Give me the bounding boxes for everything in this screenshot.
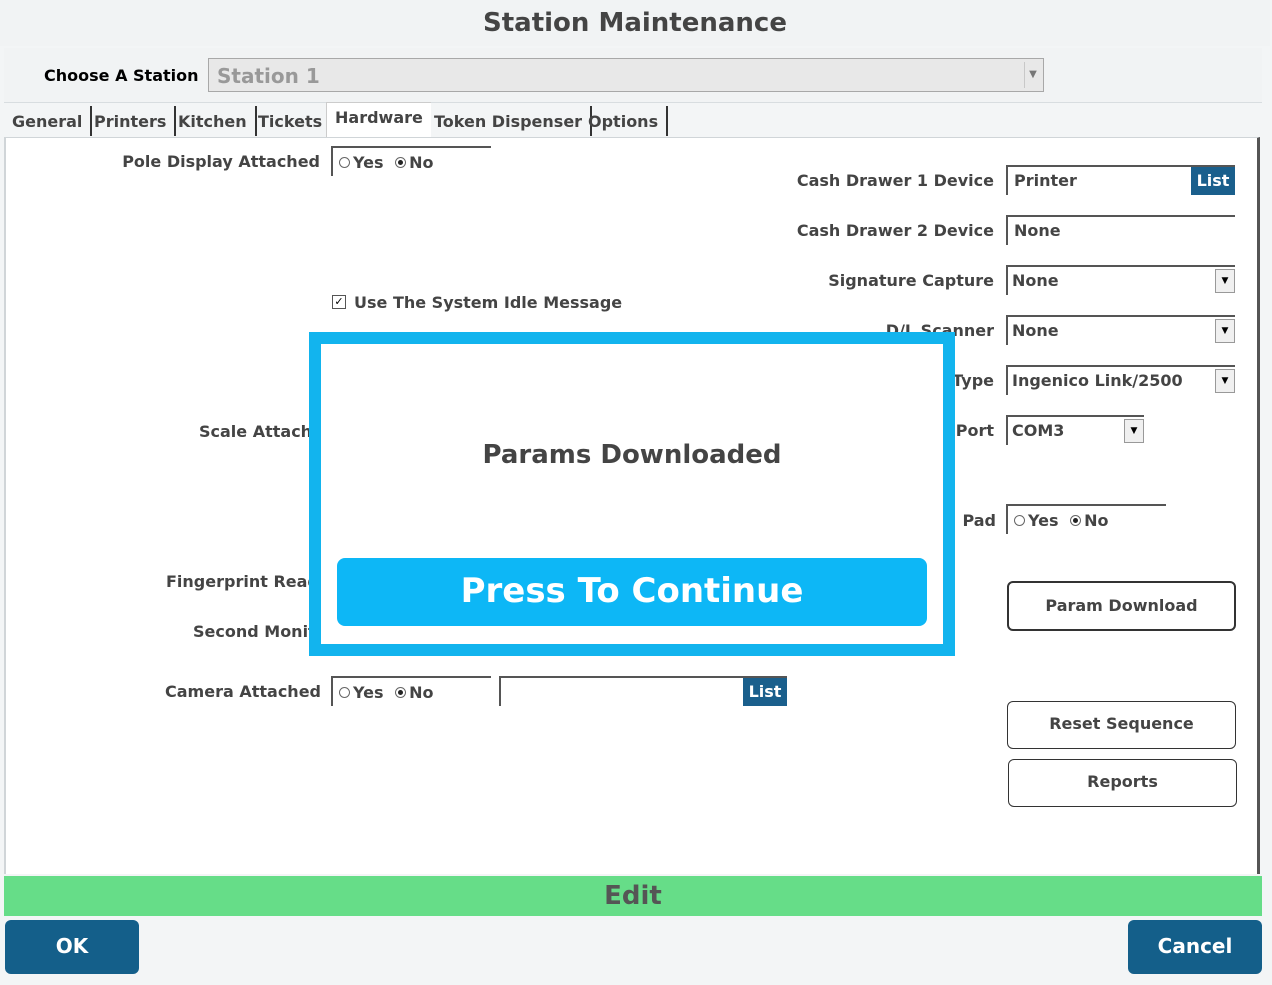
pin-pad-yes[interactable]: Yes (1028, 511, 1059, 530)
signature-value: None (1012, 271, 1059, 290)
tab-tickets[interactable]: Tickets (250, 106, 333, 136)
pin-port-select[interactable]: COM3 ▼ (1006, 415, 1144, 445)
footer (0, 916, 1272, 985)
cash-drawer-1-value: Printer (1014, 171, 1077, 190)
tab-options[interactable]: Options (580, 106, 669, 136)
pin-pad-label: Pad (962, 511, 996, 530)
station-label: Choose A Station (44, 66, 199, 85)
checkbox-checked-icon[interactable]: ✓ (332, 295, 346, 309)
pin-pad-radio-group: Yes No (1006, 504, 1166, 534)
dl-scanner-value: None (1012, 321, 1059, 340)
pin-type-label: Type (952, 371, 994, 390)
camera-yes[interactable]: Yes (353, 683, 384, 702)
cash-drawer-1-input[interactable]: Printer List (1006, 165, 1235, 195)
cancel-button[interactable]: Cancel (1128, 920, 1262, 974)
cash-drawer-2-value: None (1014, 221, 1061, 240)
radio-icon[interactable] (339, 157, 350, 168)
tab-printers[interactable]: Printers (86, 106, 177, 136)
cash-drawer-2-label: Cash Drawer 2 Device (796, 221, 994, 240)
camera-no[interactable]: No (409, 683, 433, 702)
tab-kitchen[interactable]: Kitchen (170, 106, 257, 136)
radio-selected-icon[interactable] (395, 687, 407, 698)
pole-display-yes[interactable]: Yes (353, 153, 384, 172)
chevron-down-icon[interactable]: ▼ (1215, 269, 1235, 293)
chevron-down-icon[interactable]: ▼ (1215, 319, 1235, 343)
station-select[interactable]: Station 1 ▼ (208, 58, 1044, 92)
signature-select[interactable]: None ▼ (1006, 265, 1235, 295)
dialog-message: Params Downloaded (482, 440, 782, 470)
pin-pad-no[interactable]: No (1084, 511, 1108, 530)
camera-radio-group: Yes No (331, 676, 491, 706)
camera-label: Camera Attached (165, 682, 321, 701)
pole-display-radio-group: Yes No (331, 146, 491, 176)
radio-selected-icon[interactable] (395, 157, 407, 168)
params-downloaded-dialog: Params Downloaded Press To Continue (309, 332, 955, 656)
pin-port-label: Port (955, 421, 994, 440)
reset-sequence-button[interactable]: Reset Sequence (1007, 701, 1236, 749)
radio-icon[interactable] (339, 687, 350, 698)
cash-drawer-1-label: Cash Drawer 1 Device (796, 171, 994, 190)
pole-display-no[interactable]: No (409, 153, 433, 172)
cash-drawer-2-input[interactable]: None (1006, 215, 1235, 245)
press-to-continue-button[interactable]: Press To Continue (337, 558, 927, 626)
status-bar: Edit (4, 876, 1262, 916)
tab-hardware[interactable]: Hardware (326, 102, 431, 137)
chevron-down-icon[interactable]: ▼ (1024, 62, 1041, 88)
pole-display-label: Pole Display Attached (122, 152, 320, 171)
chevron-down-icon[interactable]: ▼ (1124, 419, 1144, 443)
cash-drawer-1-list-button[interactable]: List (1191, 167, 1235, 195)
station-select-value: Station 1 (217, 64, 320, 88)
tab-general[interactable]: General (4, 106, 93, 136)
radio-icon[interactable] (1014, 515, 1025, 526)
pin-port-value: COM3 (1012, 421, 1065, 440)
signature-label: Signature Capture (828, 271, 994, 290)
camera-list-button[interactable]: List (743, 678, 787, 706)
pin-type-value: Ingenico Link/2500 (1012, 371, 1183, 390)
ok-button[interactable]: OK (5, 920, 139, 974)
reports-button[interactable]: Reports (1008, 759, 1237, 807)
camera-input[interactable]: List (499, 676, 787, 706)
chevron-down-icon[interactable]: ▼ (1215, 369, 1235, 393)
window-title: Station Maintenance (0, 0, 1270, 46)
idle-message-label: Use The System Idle Message (354, 293, 623, 312)
dl-scanner-select[interactable]: None ▼ (1006, 315, 1235, 345)
tab-token-dispenser[interactable]: Token Dispenser (426, 106, 593, 136)
radio-selected-icon[interactable] (1070, 515, 1082, 526)
pin-type-select[interactable]: Ingenico Link/2500 ▼ (1006, 365, 1235, 395)
param-download-button[interactable]: Param Download (1007, 581, 1236, 631)
